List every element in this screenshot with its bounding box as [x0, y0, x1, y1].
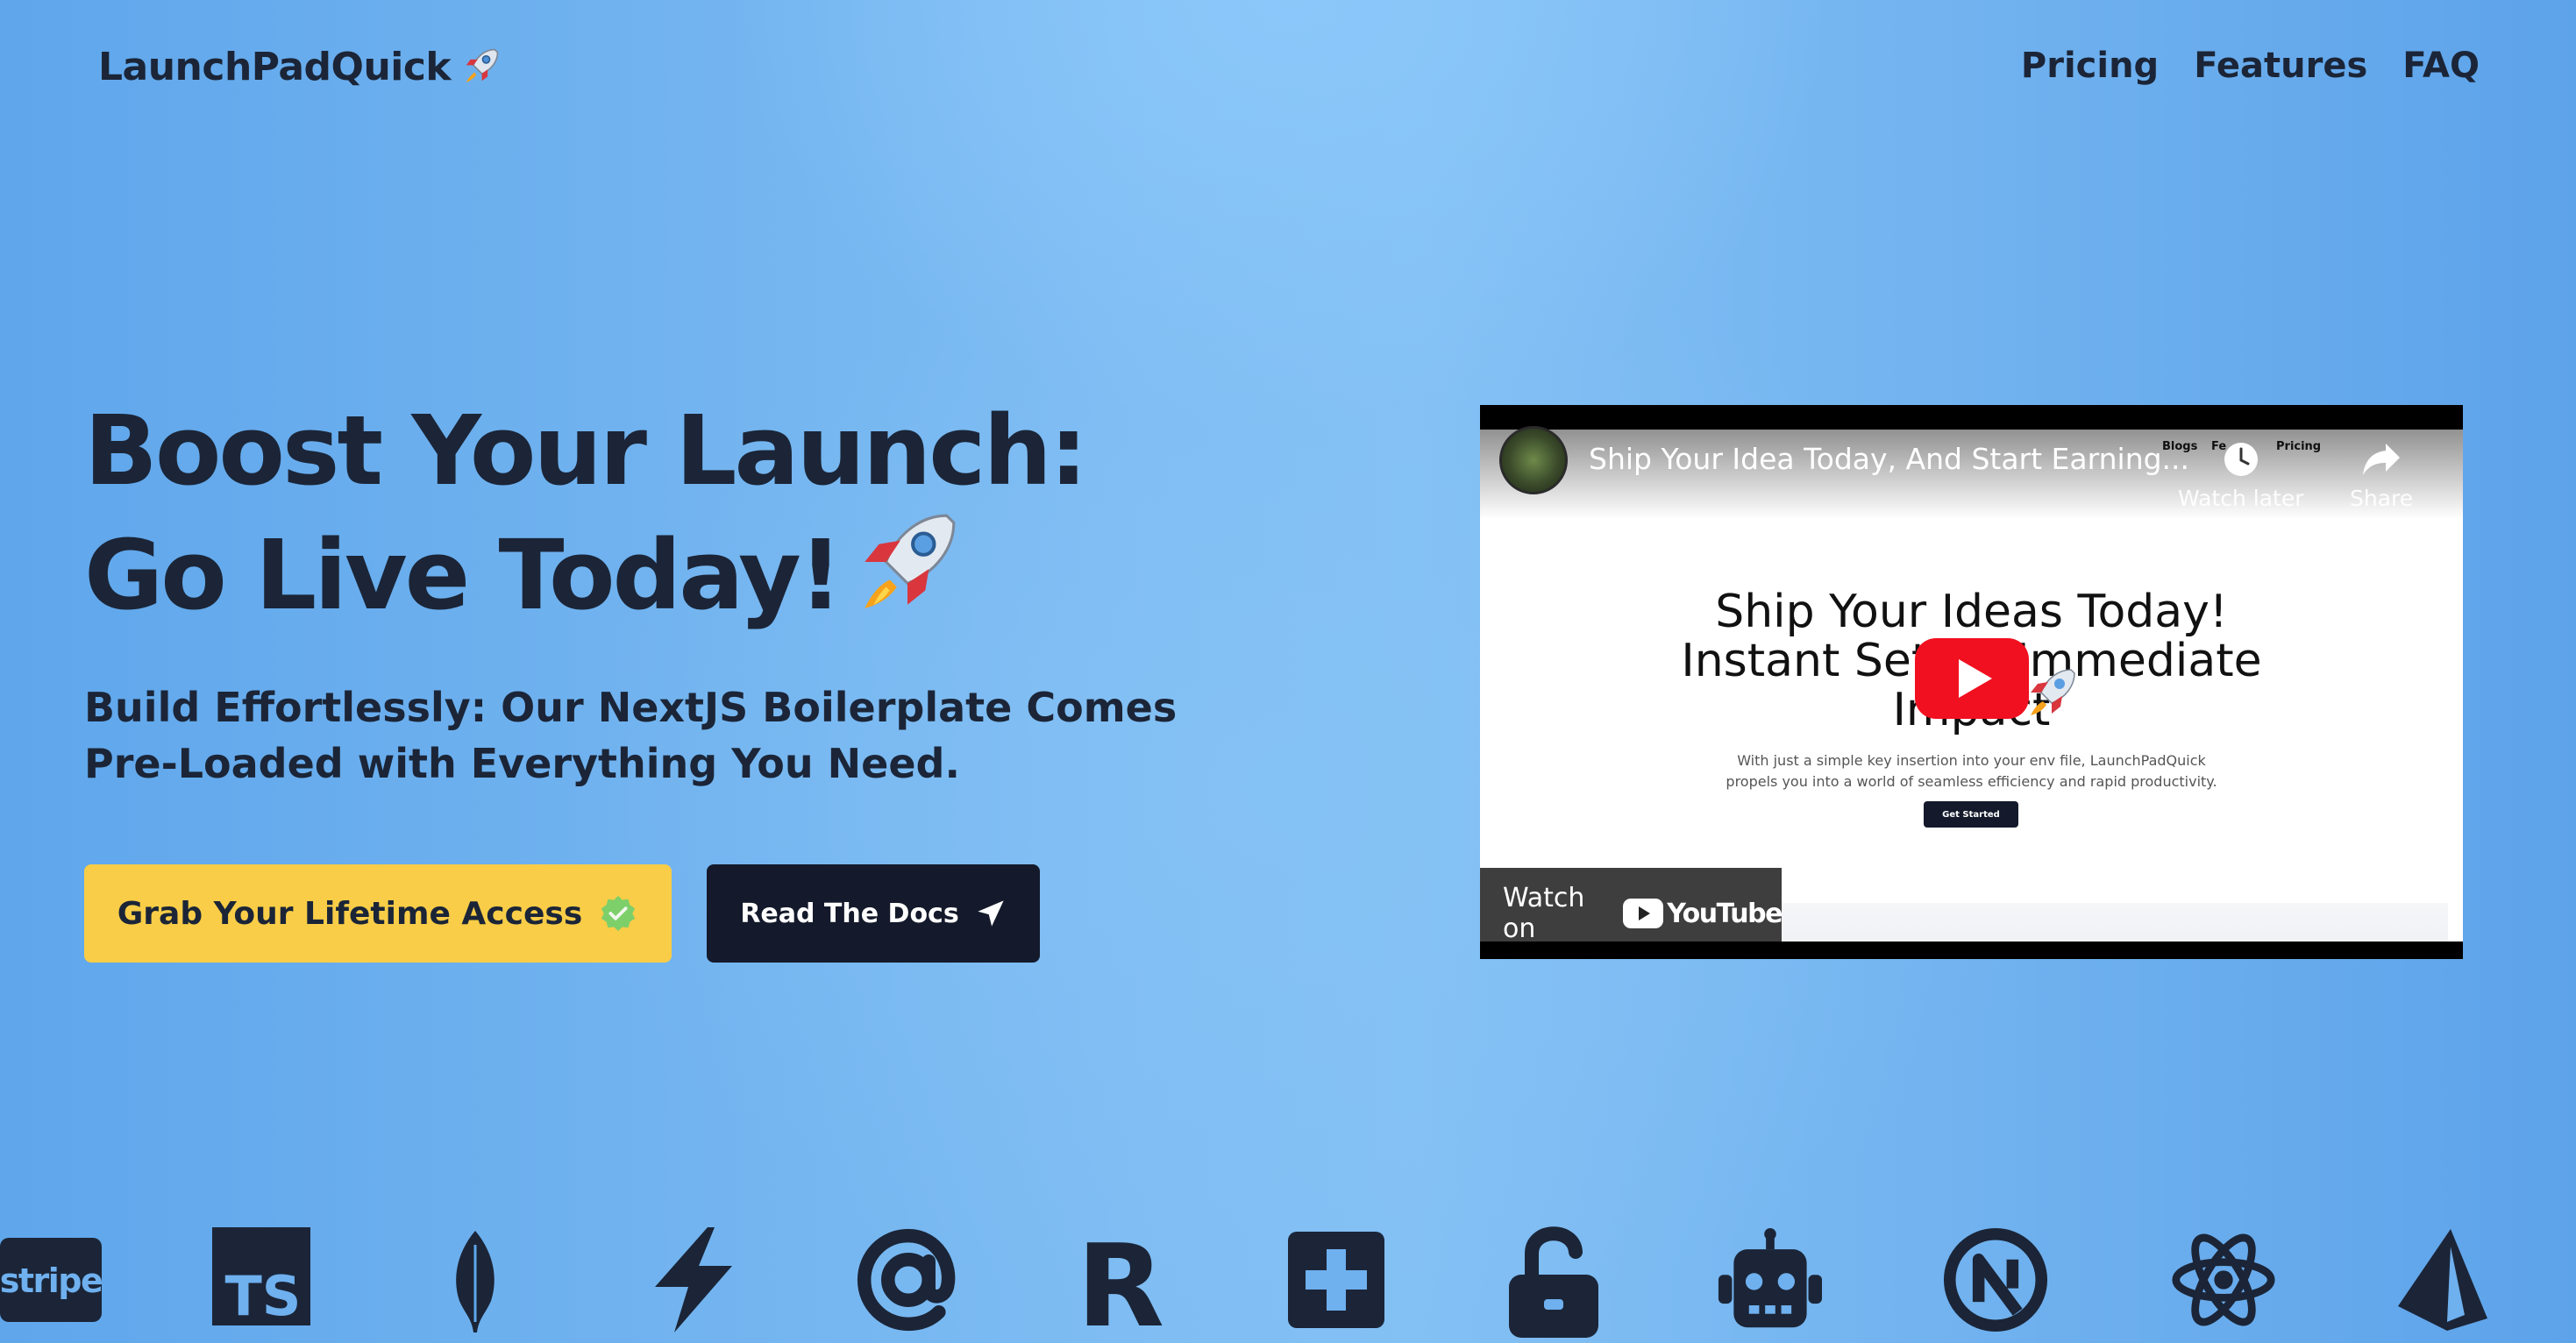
video-preview-description: With just a simple key insertion into yo…	[1480, 750, 2463, 792]
youtube-play-icon	[1623, 899, 1664, 928]
lifetime-access-label: Grab Your Lifetime Access	[117, 895, 583, 932]
resend-icon: R	[1068, 1227, 1173, 1332]
robot-icon	[1717, 1227, 1822, 1332]
unlock-icon	[1501, 1226, 1606, 1338]
nav-pricing[interactable]: Pricing	[2021, 46, 2159, 86]
hero-subtitle: Build Effortlessly: Our NextJS Boilerpla…	[84, 684, 1178, 787]
channel-avatar[interactable]	[1499, 426, 1568, 494]
video-heading-line1: Ship Your Ideas Today!	[1715, 586, 2228, 638]
watch-later-button[interactable]: Watch later	[2178, 440, 2304, 511]
rocket-icon	[2031, 669, 2075, 715]
clock-icon	[2224, 443, 2258, 476]
youtube-logo: YouTube	[1623, 898, 1783, 929]
video-desc-line1: With just a simple key insertion into yo…	[1737, 752, 2206, 769]
youtube-embed[interactable]: Ship Your Ideas Today! Instant Setup, Im…	[1480, 405, 2463, 959]
youtube-wordmark: YouTube	[1667, 898, 1783, 929]
stripe-label: stripe	[0, 1261, 102, 1300]
resend-label: R	[1077, 1227, 1164, 1332]
stripe-icon: stripe	[0, 1227, 102, 1332]
read-docs-button[interactable]: Read The Docs	[707, 864, 1040, 963]
check-badge-icon	[601, 895, 636, 932]
plus-square-icon	[1284, 1227, 1389, 1332]
video-get-started: Get Started	[1924, 801, 2018, 828]
hero-title: Boost Your Launch: Go Live Today!	[84, 394, 1088, 629]
send-arrow-icon	[978, 900, 1004, 927]
rocket-icon	[466, 48, 499, 82]
video-title[interactable]: Ship Your Idea Today, And Start Earning.…	[1589, 442, 2189, 476]
play-icon	[1959, 659, 1992, 698]
top-nav: Pricing Features FAQ	[2021, 46, 2480, 86]
logo-text: LaunchPadQuick	[98, 44, 452, 89]
hero-title-line2: Go Live Today!	[84, 519, 843, 631]
share-arrow-icon	[2363, 444, 2401, 475]
react-icon	[2171, 1227, 2276, 1332]
video-desc-line2: propels you into a world of seamless eff…	[1726, 773, 2217, 790]
play-button[interactable]	[1915, 638, 2029, 719]
read-docs-label: Read The Docs	[740, 898, 959, 929]
share-label: Share	[2350, 486, 2414, 511]
video-bottom-bar	[1480, 942, 2463, 959]
watch-on-label: Watch on	[1503, 883, 1585, 944]
at-sign-icon	[856, 1227, 961, 1332]
rocket-icon	[865, 514, 956, 608]
hero-title-line2-wrap: Go Live Today!	[84, 505, 1085, 629]
tech-logos-strip: stripe TS R	[0, 1226, 2576, 1343]
watch-later-label: Watch later	[2178, 486, 2304, 511]
logo[interactable]: LaunchPadQuick	[98, 44, 503, 89]
hero-title-line1: Boost Your Launch:	[84, 394, 1088, 507]
prisma-icon	[2390, 1227, 2495, 1332]
mongodb-leaf-icon	[423, 1227, 528, 1332]
nav-faq[interactable]: FAQ	[2402, 46, 2480, 86]
nextjs-icon	[1943, 1227, 2048, 1332]
lifetime-access-button[interactable]: Grab Your Lifetime Access	[84, 864, 672, 963]
lightning-icon	[640, 1227, 745, 1332]
share-button[interactable]: Share	[2350, 440, 2413, 511]
nav-features[interactable]: Features	[2194, 46, 2367, 86]
typescript-icon: TS	[212, 1227, 310, 1325]
typescript-label: TS	[225, 1264, 302, 1325]
